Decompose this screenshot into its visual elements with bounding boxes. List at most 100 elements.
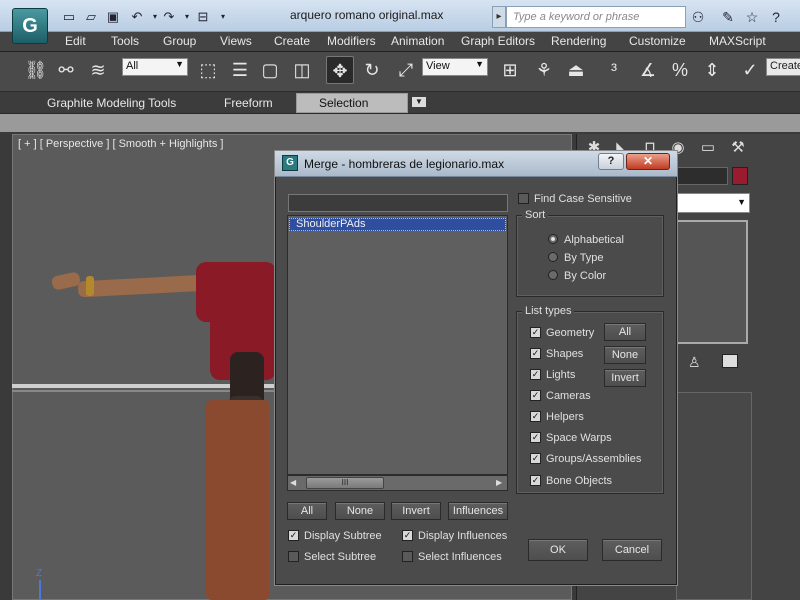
app-logo-icon[interactable]: G (12, 8, 48, 44)
show-end-result-icon[interactable]: ♙ (688, 354, 701, 371)
new-file-icon[interactable]: ▭ (60, 8, 78, 26)
helpers-checkbox[interactable]: ✓ (530, 411, 541, 422)
selection-filter-dropdown[interactable]: All ▼ (122, 58, 188, 76)
select-and-scale-icon[interactable]: ⤢ (392, 56, 420, 84)
unlink-icon[interactable]: ⚯ (52, 56, 80, 84)
select-influences-label: Select Influences (418, 551, 502, 563)
groups-assemblies-label: Groups/Assemblies (546, 453, 642, 465)
named-selection-set-field[interactable]: Create (766, 58, 800, 76)
save-icon[interactable]: ▣ (104, 8, 122, 26)
list-all-button[interactable]: All (287, 502, 327, 520)
menu-maxscript[interactable]: MAXScript (709, 34, 766, 48)
filter-input[interactable] (288, 194, 508, 212)
select-and-manipulate-icon[interactable]: ⚘ (530, 56, 558, 84)
object-name-field[interactable] (676, 167, 728, 185)
menu-customize[interactable]: Customize (629, 34, 686, 48)
space-warps-checkbox[interactable]: ✓ (530, 432, 541, 443)
menu-create[interactable]: Create (274, 34, 310, 48)
select-by-name-icon[interactable]: ☰ (226, 56, 254, 84)
geometry-label: Geometry (546, 327, 595, 339)
ok-button[interactable]: OK (528, 539, 588, 561)
object-color-swatch[interactable] (732, 167, 748, 185)
sort-alphabetical-radio[interactable] (548, 234, 558, 244)
bind-to-space-warp-icon[interactable]: ≋ (84, 56, 112, 84)
menu-edit[interactable]: Edit (65, 34, 86, 48)
configure-modifier-sets-icon[interactable] (722, 354, 738, 368)
percent-snap-icon[interactable]: % (666, 56, 694, 84)
modifier-list-dropdown[interactable]: ▼ (676, 193, 750, 213)
list-invert-button[interactable]: Invert (391, 502, 441, 520)
geometry-checkbox[interactable]: ✓ (530, 327, 541, 338)
select-and-link-icon[interactable]: ⛓ (22, 56, 50, 84)
bone-objects-label: Bone Objects (546, 475, 613, 487)
types-none-button[interactable]: None (604, 346, 646, 364)
favorites-star-icon[interactable]: ☆ (742, 8, 762, 26)
select-object-icon[interactable]: ⬚ (194, 56, 222, 84)
utilities-panel-icon[interactable]: ⚒ (724, 136, 752, 160)
menu-tools[interactable]: Tools (111, 34, 139, 48)
window-crossing-icon[interactable]: ◫ (288, 56, 316, 84)
search-options-icon[interactable]: ▸ (492, 6, 506, 28)
list-none-button[interactable]: None (335, 502, 385, 520)
reference-coordinate-value: View (426, 60, 450, 72)
select-and-move-icon[interactable]: ✥ (326, 56, 354, 84)
open-file-icon[interactable]: ▱ (82, 8, 100, 26)
ribbon-minimize-icon[interactable]: ▼ (412, 97, 426, 107)
list-influences-button[interactable]: Influences (448, 502, 508, 520)
object-list[interactable] (287, 215, 508, 475)
tab-graphite-modeling-tools[interactable]: Graphite Modeling Tools (47, 96, 176, 110)
menu-animation[interactable]: Animation (391, 34, 444, 48)
search-input[interactable]: Type a keyword or phrase (506, 6, 686, 28)
types-invert-button[interactable]: Invert (604, 369, 646, 387)
menu-views[interactable]: Views (220, 34, 252, 48)
scroll-right-icon[interactable]: ▶ (496, 478, 502, 487)
quick-access-dropdown-icon[interactable]: ▾ (214, 8, 232, 26)
types-all-button[interactable]: All (604, 323, 646, 341)
reference-coordinate-dropdown[interactable]: View ▼ (422, 58, 488, 76)
rectangular-selection-icon[interactable]: ▢ (256, 56, 284, 84)
sort-by-type-radio[interactable] (548, 252, 558, 262)
find-case-sensitive-checkbox[interactable] (518, 193, 529, 204)
cameras-checkbox[interactable]: ✓ (530, 390, 541, 401)
menu-modifiers[interactable]: Modifiers (327, 34, 376, 48)
project-folder-icon[interactable]: ⊟ (194, 8, 212, 26)
spinner-snap-icon[interactable]: ⇕ (698, 56, 726, 84)
shapes-checkbox[interactable]: ✓ (530, 348, 541, 359)
communication-center-icon[interactable]: ✎ (718, 8, 738, 26)
scroll-left-icon[interactable]: ◀ (290, 478, 296, 487)
close-button[interactable]: ✕ (626, 153, 670, 170)
bone-objects-checkbox[interactable]: ✓ (530, 475, 541, 486)
list-types-title: List types (522, 305, 575, 317)
menu-graph-editors[interactable]: Graph Editors (461, 34, 535, 48)
menu-group[interactable]: Group (163, 34, 196, 48)
tab-freeform[interactable]: Freeform (224, 96, 273, 110)
binoculars-icon[interactable]: ⚇ (688, 8, 708, 26)
viewport-label[interactable]: [ + ] [ Perspective ] [ Smooth + Highlig… (18, 138, 223, 150)
menu-rendering[interactable]: Rendering (551, 34, 606, 48)
keyboard-shortcut-override-icon[interactable]: ⏏ (562, 56, 590, 84)
modifier-stack[interactable] (676, 220, 748, 344)
help-button[interactable]: ? (598, 153, 624, 170)
pivot-center-icon[interactable]: ⊞ (496, 56, 524, 84)
select-influences-checkbox[interactable] (402, 551, 413, 562)
list-item[interactable]: ShoulderPAds (296, 218, 366, 230)
groups-assemblies-checkbox[interactable]: ✓ (530, 453, 541, 464)
undo-icon[interactable]: ↶ (128, 8, 146, 26)
select-subtree-checkbox[interactable] (288, 551, 299, 562)
display-subtree-checkbox[interactable]: ✓ (288, 530, 299, 541)
angle-snap-icon[interactable]: ∡ (634, 56, 662, 84)
select-and-rotate-icon[interactable]: ↻ (358, 56, 386, 84)
cancel-button[interactable]: Cancel (602, 539, 662, 561)
axis-z-label: Z (36, 568, 43, 579)
display-panel-icon[interactable]: ▭ (694, 136, 722, 160)
edit-named-selection-icon[interactable]: ✓ (736, 56, 764, 84)
dialog-title: Merge - hombreras de legionario.max (304, 157, 505, 171)
scroll-thumb[interactable]: III (306, 477, 384, 489)
redo-icon[interactable]: ↷ (160, 8, 178, 26)
lights-checkbox[interactable]: ✓ (530, 369, 541, 380)
help-icon[interactable]: ? (766, 8, 786, 26)
display-influences-checkbox[interactable]: ✓ (402, 530, 413, 541)
snaps-toggle-icon[interactable]: ³ (600, 56, 628, 84)
sort-by-color-radio[interactable] (548, 270, 558, 280)
tab-selection[interactable]: Selection (319, 96, 368, 110)
